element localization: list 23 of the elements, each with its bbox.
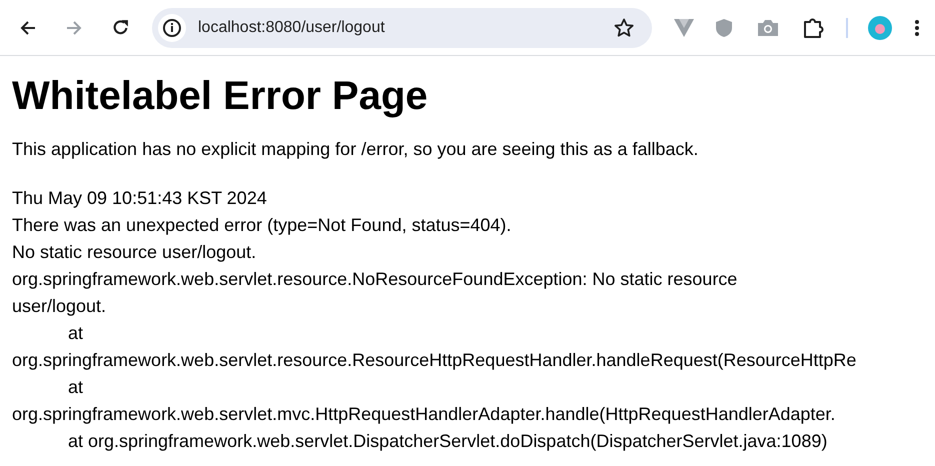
address-bar[interactable]: localhost:8080/user/logout xyxy=(152,8,652,48)
error-detail: Thu May 09 10:51:43 KST 2024 xyxy=(12,187,267,210)
back-icon[interactable] xyxy=(20,20,36,36)
menu-icon[interactable] xyxy=(915,20,919,36)
stack-trace-line: at xyxy=(67,376,84,399)
forward-icon[interactable] xyxy=(66,20,82,36)
error-detail: org.springframework.web.servlet.resource.ResourceHttpRequestHandler.handleRequest(ResourceHttpRe xyxy=(12,349,856,372)
error-message: This application has no explicit mapping for /error, so you are seeing this as a fallback. xyxy=(12,138,700,161)
shield-icon[interactable] xyxy=(716,18,732,36)
camera-icon[interactable] xyxy=(758,19,778,36)
url-text: localhost:8080/user/logout xyxy=(198,18,386,38)
star-icon[interactable] xyxy=(614,18,634,38)
page-heading: Whitelabel Error Page xyxy=(12,73,429,120)
error-detail: org.springframework.web.servlet.mvc.HttpRequestHandlerAdapter.handle(HttpRequestHandlerAdapter. xyxy=(12,403,836,426)
stack-trace-line: at org.springframework.web.servlet.DispatcherServlet.doDispatch(DispatcherServlet.java:1089) xyxy=(67,430,828,453)
error-detail: There was an unexpected error (type=Not Found, status=404). xyxy=(12,214,512,237)
exception-text: org.springframework.web.servlet.resource.NoResourceFoundException: No static resource user/logout. xyxy=(12,268,738,318)
reload-icon[interactable] xyxy=(112,19,129,36)
triangle-icon[interactable] xyxy=(674,18,694,36)
puzzle-icon[interactable] xyxy=(803,17,824,38)
stack-trace-line: at xyxy=(67,322,84,345)
info-icon xyxy=(158,14,186,42)
error-detail: No static resource user/logout. xyxy=(12,241,256,264)
